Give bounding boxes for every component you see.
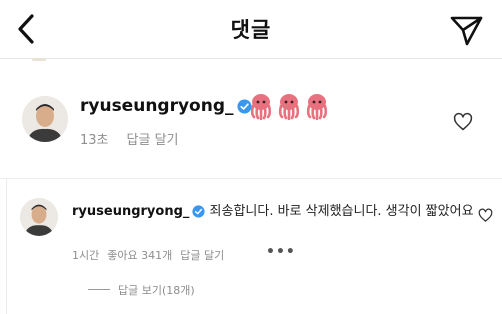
like-button[interactable] — [478, 208, 493, 223]
header-bar: 댓글 — [0, 0, 502, 58]
previous-content-stub — [32, 58, 46, 61]
username-text[interactable]: ryuseungryong_ — [80, 96, 234, 116]
heart-outline-icon — [453, 112, 473, 131]
username-text[interactable]: ryuseungryong_ — [72, 204, 189, 219]
reply-comment-body: ryuseungryong_ 죄송합니다. 바로 삭제했습니다. 생각이 짧았어… — [72, 203, 482, 221]
thread-rail — [6, 178, 7, 314]
octopus-emoji — [278, 94, 300, 120]
replies-divider-line — [88, 289, 110, 290]
avatar[interactable] — [22, 96, 68, 142]
comment-username[interactable]: ryuseungryong_ — [80, 96, 252, 116]
view-replies-button[interactable]: 답글 보기(18개) — [118, 282, 195, 298]
share-button[interactable] — [448, 13, 484, 47]
likes-count[interactable]: 좋아요 341개 — [107, 249, 172, 262]
section-divider — [0, 178, 502, 179]
comment-time: 1시간 — [72, 249, 100, 262]
comment-text: 죄송합니다. 바로 삭제했습니다. 생각이 짧았어요 — [209, 204, 474, 219]
verified-badge-icon — [192, 205, 205, 218]
header-divider — [0, 58, 502, 59]
comment-meta: 1시간 좋아요 341개 답글 달기 — [72, 247, 232, 263]
avatar[interactable] — [20, 198, 58, 236]
reply-button[interactable]: 답글 달기 — [180, 249, 224, 262]
profile-photo — [20, 198, 58, 236]
paper-plane-icon — [450, 16, 483, 46]
octopus-emoji — [306, 94, 328, 120]
page-title: 댓글 — [230, 18, 272, 42]
profile-photo — [22, 96, 68, 142]
heart-outline-icon — [478, 208, 493, 222]
octopus-emoji — [250, 94, 272, 120]
reply-button[interactable]: 답글 달기 — [127, 133, 179, 148]
like-button[interactable] — [453, 112, 473, 132]
comment-time: 13초 — [80, 133, 109, 148]
comment-meta: 13초 답글 달기 — [80, 129, 197, 148]
comment-emoji-text — [248, 92, 332, 124]
more-options-button[interactable]: ••• — [266, 244, 296, 260]
